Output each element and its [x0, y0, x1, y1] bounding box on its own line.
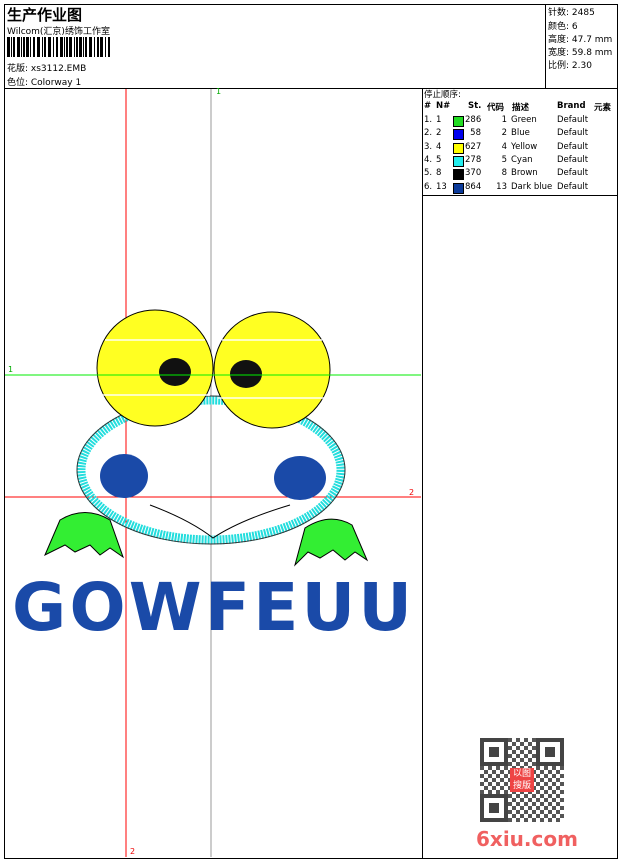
pupil-left	[159, 358, 191, 386]
frog-face	[44, 309, 369, 567]
embroidery-lettering: GOWFEUU	[12, 569, 412, 646]
design-canvas: GOWFEUU	[5, 89, 421, 857]
eye-left	[96, 309, 214, 427]
production-sheet: 生产作业图 Wilcom(汇京)绣饰工作室 花版: xs3112.EMB 色位:…	[0, 0, 620, 860]
guide-label-v2: 2	[130, 847, 136, 856]
guide-label-h2: 2	[409, 488, 415, 497]
pupil-right	[230, 360, 262, 388]
cheek-right	[274, 456, 326, 500]
cheek-left	[100, 454, 148, 498]
guide-label-v1: 1	[216, 87, 222, 96]
watermark-stamp: 以图搜版	[510, 768, 534, 792]
guide-label-h1: 1	[8, 365, 14, 374]
hand-right	[294, 518, 369, 567]
watermark-site: 6xiu.com	[476, 827, 578, 851]
